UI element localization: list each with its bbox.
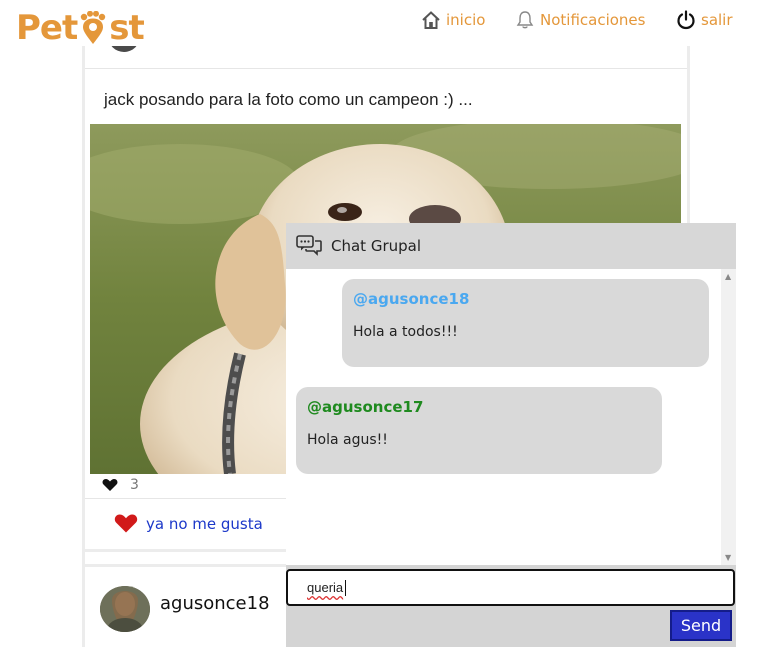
chat-message: @agusonce18 Hola a todos!!! <box>342 279 709 367</box>
heart-filled-icon <box>114 514 138 533</box>
scroll-down-arrow[interactable]: ▼ <box>725 553 731 562</box>
nav-logout-label: salir <box>701 11 733 29</box>
power-icon <box>677 10 695 30</box>
send-button[interactable]: Send <box>670 610 732 641</box>
chat-input-value: queria <box>307 580 344 595</box>
brand-name-right: st <box>109 8 144 48</box>
scroll-up-arrow[interactable]: ▲ <box>725 272 731 281</box>
likes-row: 3 <box>102 474 139 496</box>
post-author-name[interactable]: agusonce18 <box>160 593 270 614</box>
chat-header[interactable]: Chat Grupal <box>286 223 736 269</box>
chat-message-input[interactable]: queria <box>286 569 735 606</box>
message-author[interactable]: @agusonce18 <box>353 290 469 308</box>
brand-logo[interactable]: Pet st <box>16 8 145 48</box>
nav-notifications[interactable]: Notificaciones <box>515 10 645 30</box>
unlike-label: ya no me gusta <box>146 514 263 533</box>
navbar: Pet st inicio Notificaciones salir <box>0 0 765 48</box>
home-icon <box>422 11 440 29</box>
page: jack posando para la foto como un campeo… <box>0 0 765 647</box>
nav-logout[interactable]: salir <box>676 10 733 30</box>
chat-messages[interactable]: @agusonce18 Hola a todos!!! @agusonce17 … <box>286 269 721 565</box>
unlike-button[interactable]: ya no me gusta <box>114 513 263 534</box>
post-text: jack posando para la foto como un campeo… <box>104 90 473 109</box>
chat-bubbles-icon <box>296 235 322 256</box>
nav-notifications-label: Notificaciones <box>540 11 646 29</box>
text-caret <box>345 579 347 596</box>
nav-home[interactable]: inicio <box>421 10 485 30</box>
chat-message: @agusonce17 Hola agus!! <box>296 387 662 474</box>
heart-icon <box>102 479 118 491</box>
chat-scrollbar[interactable]: ▲ ▼ <box>721 269 736 565</box>
group-chat-panel: Chat Grupal @agusonce18 Hola a todos!!! … <box>286 223 736 647</box>
paw-pin-icon <box>78 10 108 45</box>
chat-title: Chat Grupal <box>331 237 421 255</box>
avatar-photo <box>100 586 150 632</box>
message-author[interactable]: @agusonce17 <box>307 398 423 416</box>
bell-icon <box>516 11 534 29</box>
brand-name-left: Pet <box>16 8 78 48</box>
avatar[interactable] <box>100 586 150 632</box>
divider <box>85 68 687 69</box>
nav-home-label: inicio <box>446 11 486 29</box>
message-text: Hola agus!! <box>307 432 388 448</box>
message-text: Hola a todos!!! <box>353 324 458 340</box>
like-count: 3 <box>130 477 139 493</box>
